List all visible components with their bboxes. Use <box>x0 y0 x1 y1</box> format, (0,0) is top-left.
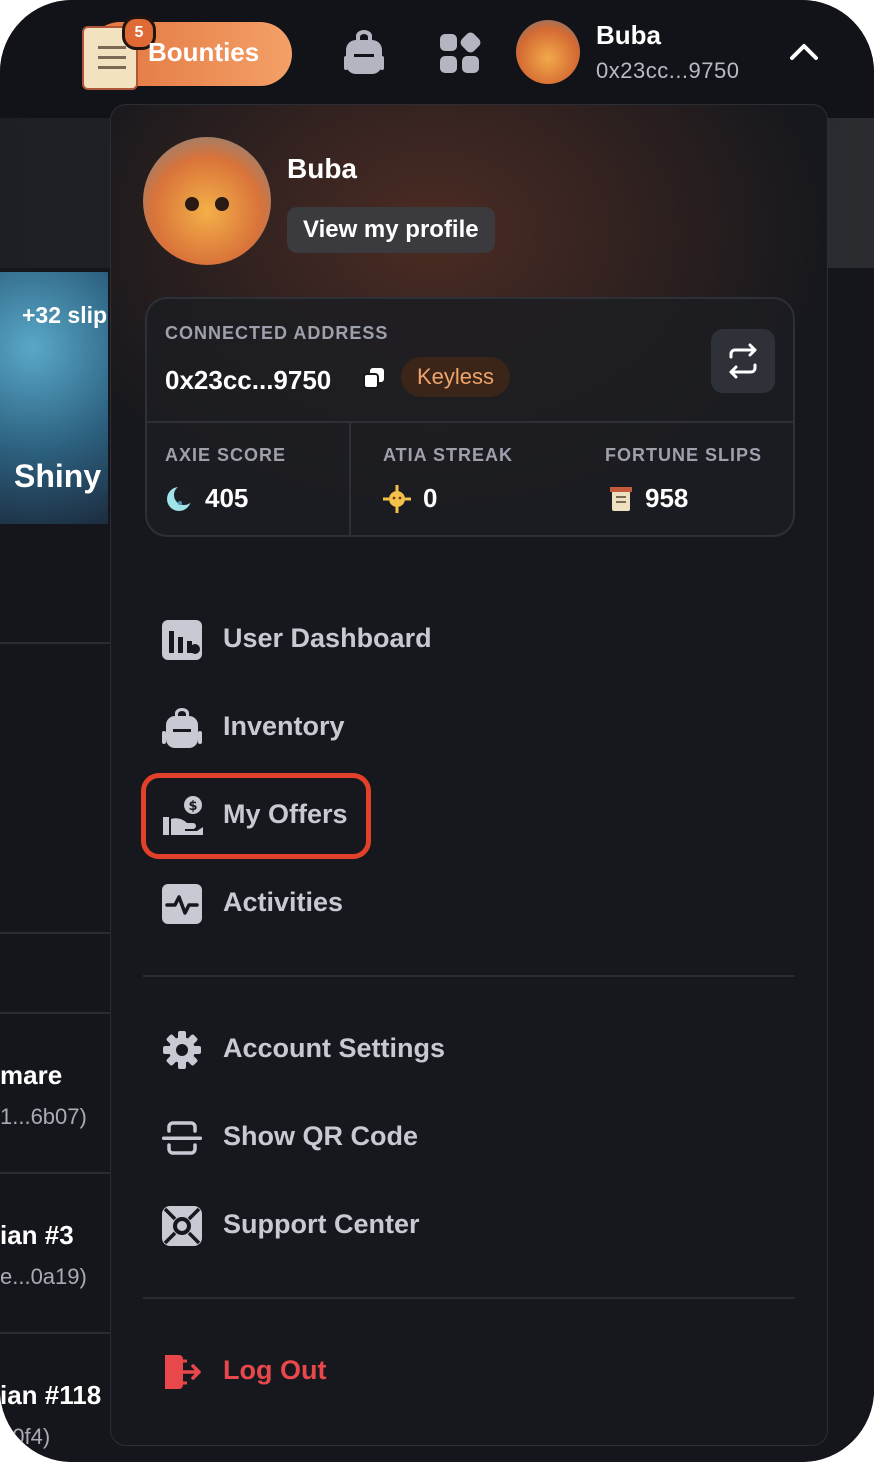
menu-label: Account Settings <box>223 1033 446 1063</box>
menu-label: Show QR Code <box>223 1121 418 1151</box>
copy-icon[interactable] <box>363 367 385 389</box>
list-divider <box>0 1012 110 1014</box>
fortune-slips-label: FORTUNE SLIPS <box>605 445 763 465</box>
logout-label: Log Out <box>223 1355 327 1385</box>
highlight-annotation <box>141 773 371 859</box>
slip-icon <box>610 487 632 511</box>
atia-streak-value: 0 <box>423 483 438 513</box>
axie-score-value: 405 <box>205 483 249 513</box>
qr-scan-icon <box>162 1121 202 1155</box>
moon-icon <box>167 485 193 511</box>
user-avatar[interactable] <box>516 20 580 84</box>
list-divider <box>0 932 110 934</box>
bounties-button[interactable]: 5 Bounties <box>82 16 292 90</box>
menu-item-user-dashboard[interactable]: User Dashboard <box>161 611 561 667</box>
logout-button[interactable]: Log Out <box>161 1343 561 1399</box>
atia-streak-label: ATIA STREAK <box>383 445 513 465</box>
menu-label: User Dashboard <box>223 623 432 653</box>
lifebuoy-icon <box>162 1206 202 1246</box>
view-profile-button[interactable]: View my profile <box>287 207 495 253</box>
backpack-icon[interactable] <box>342 30 386 76</box>
bounties-label: Bounties <box>148 37 260 67</box>
activity-icon <box>162 884 202 924</box>
list-item-title[interactable]: ian #3 <box>0 1220 74 1251</box>
list-item-address: 1...6b07) <box>0 1104 87 1129</box>
sun-icon <box>383 485 411 513</box>
menu-label: Support Center <box>223 1209 420 1239</box>
menu-item-activities[interactable]: Activities <box>161 875 561 931</box>
profile-name: Buba <box>287 153 357 184</box>
menu-divider <box>143 975 795 977</box>
app-screen: +32 slip Shiny mare 1...6b07) ian #3 e..… <box>0 0 874 1462</box>
menu-divider <box>143 1297 795 1299</box>
dashboard-icon <box>162 620 202 660</box>
chevron-up-icon[interactable] <box>788 38 820 66</box>
connected-address-value: 0x23cc...9750 <box>165 365 332 395</box>
list-divider <box>0 1172 110 1174</box>
top-bar: 5 Bounties Buba 0x23cc...9750 <box>0 0 874 118</box>
list-item-title[interactable]: mare <box>0 1060 62 1091</box>
menu-item-inventory[interactable]: Inventory <box>161 699 561 755</box>
menu-label: Inventory <box>223 711 345 741</box>
gear-icon <box>163 1031 201 1069</box>
list-item-address: b0f4) <box>0 1424 51 1449</box>
keyless-badge: Keyless <box>401 357 511 397</box>
menu-item-account-settings[interactable]: Account Settings <box>161 1021 561 1077</box>
apps-grid-icon[interactable] <box>438 30 482 76</box>
list-divider <box>0 1332 110 1334</box>
shiny-tag-text: Shiny <box>14 458 102 494</box>
axie-score-label: AXIE SCORE <box>165 445 287 465</box>
fortune-slips-value: 958 <box>645 483 689 513</box>
logout-icon <box>165 1355 201 1389</box>
list-item-address: e...0a19) <box>0 1264 87 1289</box>
menu-label: Activities <box>223 887 344 917</box>
account-dropdown-menu: Buba View my profile CONNECTED ADDRESS 0… <box>110 104 828 1446</box>
card-divider <box>349 423 351 535</box>
list-item-title[interactable]: ian #118 <box>0 1380 101 1411</box>
switch-account-button[interactable] <box>711 329 775 393</box>
card-divider <box>147 421 793 423</box>
slips-reward-text: +32 slip <box>22 302 108 328</box>
user-address: 0x23cc...9750 <box>596 58 740 83</box>
account-summary-card: CONNECTED ADDRESS 0x23cc...9750 Keyless … <box>145 297 795 537</box>
connected-address-label: CONNECTED ADDRESS <box>165 323 389 343</box>
profile-avatar <box>143 137 271 265</box>
menu-item-support-center[interactable]: Support Center <box>161 1197 561 1253</box>
menu-item-show-qr-code[interactable]: Show QR Code <box>161 1109 561 1165</box>
switch-arrows-icon <box>729 343 757 379</box>
backpack-icon <box>162 708 202 748</box>
list-divider <box>0 642 110 644</box>
user-name[interactable]: Buba <box>596 20 661 51</box>
